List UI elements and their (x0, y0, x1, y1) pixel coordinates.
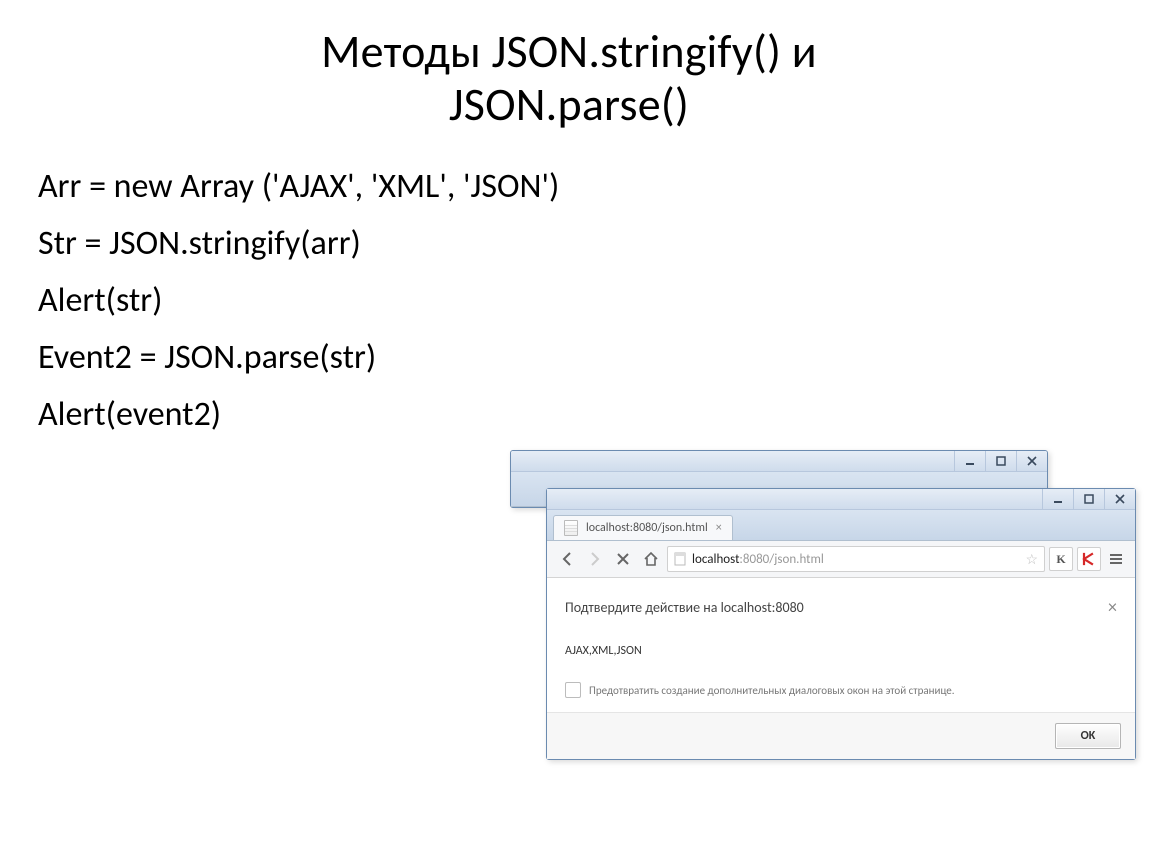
code-block: Arr = new Array ('AJAX', 'XML', 'JSON') … (38, 158, 1100, 444)
slide-title: Методы JSON.stringify() и JSON.parse() (38, 26, 1100, 132)
home-button[interactable] (639, 547, 663, 571)
url-path: :8080/json.html (739, 552, 823, 567)
tab-label: localhost:8080/json.html (586, 521, 708, 535)
code-line: Arr = new Array ('AJAX', 'XML', 'JSON') (38, 158, 1100, 215)
url-host: localhost (692, 552, 739, 567)
close-button[interactable] (1104, 489, 1135, 509)
dialog-title-row: Подтвердите действие на localhost:8080 × (565, 596, 1117, 618)
stop-button[interactable] (611, 547, 635, 571)
extension-button-k[interactable]: K (1049, 547, 1073, 571)
code-line: Event2 = JSON.parse(str) (38, 329, 1100, 386)
page-icon (564, 520, 578, 536)
url-text: localhost:8080/json.html (692, 552, 824, 567)
window-controls (547, 489, 1135, 510)
menu-button[interactable] (1105, 548, 1127, 570)
maximize-button[interactable] (1073, 489, 1104, 509)
extension-button-kaspersky[interactable] (1077, 547, 1101, 571)
ok-button[interactable]: OK (1055, 723, 1121, 749)
dialog-checkbox-row: Предотвратить создание дополнительных ди… (565, 682, 1117, 698)
minimize-button[interactable] (1042, 489, 1073, 509)
window-controls (511, 451, 1047, 472)
dialog-title: Подтвердите действие на localhost:8080 (565, 599, 804, 616)
forward-button[interactable] (583, 547, 607, 571)
code-line: Alert(event2) (38, 386, 1100, 443)
address-bar[interactable]: localhost:8080/json.html ☆ (667, 546, 1045, 572)
browser-screenshot-area: localhost:8080/json.html × (510, 450, 1150, 850)
tab-strip: localhost:8080/json.html × (547, 510, 1135, 541)
dialog-message: AJAX,XML,JSON (565, 644, 1117, 658)
browser-toolbar: localhost:8080/json.html ☆ K (547, 541, 1135, 578)
browser-tab[interactable]: localhost:8080/json.html × (553, 515, 733, 540)
code-line: Str = JSON.stringify(arr) (38, 215, 1100, 272)
dialog-close-icon[interactable]: × (1108, 596, 1117, 618)
title-line-2: JSON.parse() (449, 77, 689, 133)
minimize-button[interactable] (954, 451, 985, 471)
suppress-dialog-label: Предотвратить создание дополнительных ди… (589, 684, 955, 697)
browser-window-front: localhost:8080/json.html × (546, 488, 1136, 760)
code-line: Alert(str) (38, 272, 1100, 329)
suppress-dialog-checkbox[interactable] (565, 682, 581, 698)
ok-button-label: OK (1081, 729, 1096, 743)
js-alert-dialog: Подтвердите действие на localhost:8080 ×… (547, 578, 1135, 759)
title-line-1: Методы JSON.stringify() и (321, 24, 817, 80)
tab-close-icon[interactable]: × (716, 521, 722, 535)
back-button[interactable] (555, 547, 579, 571)
page-icon (674, 552, 686, 566)
dialog-actions: OK (547, 712, 1135, 759)
bookmark-star-icon[interactable]: ☆ (1025, 551, 1038, 568)
close-button[interactable] (1016, 451, 1047, 471)
slide: Методы JSON.stringify() и JSON.parse() A… (0, 0, 1150, 864)
maximize-button[interactable] (985, 451, 1016, 471)
extension-k-label: K (1056, 552, 1065, 567)
